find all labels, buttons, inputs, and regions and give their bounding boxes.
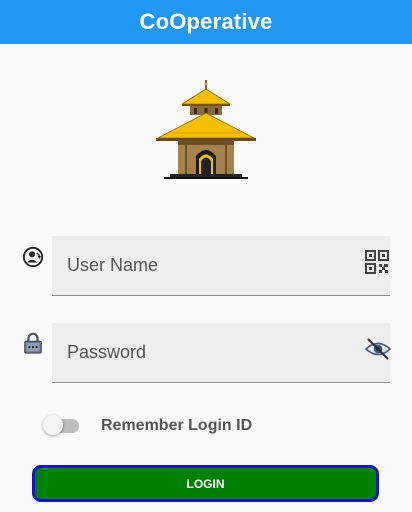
account-circle-icon [22, 246, 44, 268]
temple-logo-icon [156, 80, 256, 179]
app-bar: CoOperative [0, 0, 412, 44]
password-field[interactable] [52, 323, 390, 383]
qr-code-icon[interactable] [365, 250, 389, 274]
toggle-thumb [43, 415, 63, 435]
username-input[interactable] [52, 236, 390, 295]
remember-login-toggle[interactable] [43, 414, 79, 435]
app-title: CoOperative [139, 9, 273, 34]
remember-login-label[interactable]: Remember Login ID [101, 417, 252, 435]
username-field[interactable] [52, 236, 390, 296]
lock-icon [24, 332, 42, 354]
password-input[interactable] [52, 323, 390, 382]
login-button[interactable]: LOGIN [32, 465, 379, 502]
eye-off-icon[interactable] [364, 337, 392, 361]
login-button-label: LOGIN [186, 476, 225, 491]
